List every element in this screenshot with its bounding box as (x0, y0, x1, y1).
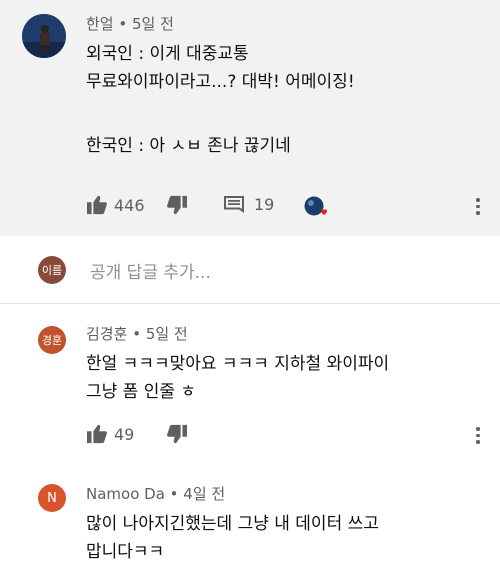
avatar-initials: 이름 (41, 264, 63, 277)
dislike-button[interactable] (166, 195, 188, 215)
avatar: 이름 (38, 256, 66, 284)
dislike-button[interactable] (166, 424, 188, 444)
comment-line: 그냥 폼 인줄 ㅎ (86, 382, 197, 402)
replies-button[interactable]: 19 (224, 195, 274, 214)
avatar[interactable] (22, 14, 66, 58)
comment-time: 5일 전 (145, 325, 188, 343)
comment-line: 한얼 ㅋㅋㅋ맞아요 ㅋㅋㅋ 지하철 와이파이 (86, 354, 390, 374)
comment-line: 외국인 : 이게 대중교통 (86, 44, 249, 64)
author-name[interactable]: Namoo Da (86, 485, 165, 503)
reply-comment: N Namoo Da • 4일 전 많이 나아지긴했는데 그냥 내 데이터 쓰고… (0, 474, 500, 579)
comment-meta: 한얼 • 5일 전 (86, 15, 174, 33)
comment-text: 많이 나아지긴했는데 그냥 내 데이터 쓰고 맙니다ㅋㅋ (86, 510, 379, 566)
avatar-photo-icon (22, 14, 66, 58)
avatar[interactable]: N (38, 484, 66, 512)
thumbs-down-icon (167, 424, 187, 444)
author-name[interactable]: 김경훈 (86, 325, 127, 343)
thumbs-up-icon (87, 424, 107, 444)
avatar-initials: N (47, 490, 57, 506)
author-name[interactable]: 한얼 (86, 15, 114, 33)
reply-input-row: 이름 공개 답글 추가... (0, 236, 500, 302)
more-options-icon[interactable] (476, 427, 480, 444)
avatar-initials: 경훈 (41, 334, 63, 347)
comment-line (86, 96, 355, 124)
like-button[interactable]: 446 (86, 195, 145, 215)
thumbs-up-icon (87, 195, 107, 215)
comment-line: 많이 나아지긴했는데 그냥 내 데이터 쓰고 (86, 514, 379, 534)
comment-meta: 김경훈 • 5일 전 (86, 325, 188, 343)
thumbs-down-icon (167, 195, 187, 215)
comment-text: 한얼 ㅋㅋㅋ맞아요 ㅋㅋㅋ 지하철 와이파이 그냥 폼 인줄 ㅎ (86, 350, 389, 406)
comment-text: 외국인 : 이게 대중교통 무료와이파이라고...? 대박! 어메이징! 한국인… (86, 40, 355, 160)
comment-actions: 49 (0, 424, 500, 448)
like-count: 446 (114, 195, 145, 215)
more-options-icon[interactable] (476, 198, 480, 215)
comment-line: 한국인 : 아 ㅅㅂ 존나 끊기네 (86, 136, 291, 156)
creator-heart-icon (304, 196, 327, 216)
avatar[interactable]: 경훈 (38, 326, 66, 354)
reply-input[interactable]: 공개 답글 추가... (90, 258, 211, 283)
comment-line: 무료와이파이라고...? 대박! 어메이징! (86, 72, 355, 92)
comment-icon (224, 195, 244, 213)
reply-count: 19 (254, 195, 275, 214)
comment-actions: 446 19 (0, 195, 500, 219)
reply-comment: 경훈 김경훈 • 5일 전 한얼 ㅋㅋㅋ맞아요 ㅋㅋㅋ 지하철 와이파이 그냥 … (0, 304, 500, 474)
highlighted-comment: 한얼 • 5일 전 외국인 : 이게 대중교통 무료와이파이라고...? 대박!… (0, 0, 500, 236)
comment-time: 5일 전 (132, 15, 174, 33)
creator-heart (302, 194, 330, 220)
comment-line: 맙니다ㅋㅋ (86, 542, 165, 562)
comment-time: 4일 전 (183, 485, 226, 503)
like-count: 49 (114, 424, 135, 444)
like-button[interactable]: 49 (86, 424, 134, 444)
comment-meta: Namoo Da • 4일 전 (86, 485, 226, 503)
